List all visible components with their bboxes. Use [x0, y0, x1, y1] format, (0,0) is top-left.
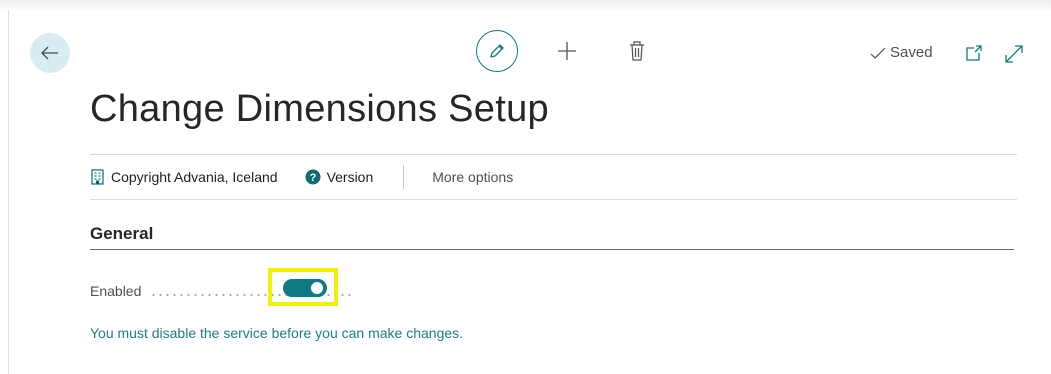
section-title-general[interactable]: General: [90, 224, 153, 244]
back-button[interactable]: [30, 33, 70, 73]
plus-icon: [558, 42, 576, 60]
trash-icon: [630, 41, 644, 61]
expand-icon: [1005, 45, 1023, 63]
arrow-left-icon: [41, 46, 58, 60]
copyright-label: Copyright Advania, Iceland: [111, 169, 278, 185]
delete-button[interactable]: [628, 40, 646, 62]
help-circle-icon: ?: [305, 169, 321, 185]
enabled-toggle[interactable]: [283, 279, 327, 297]
open-new-window-button[interactable]: [965, 44, 983, 62]
page-title: Change Dimensions Setup: [90, 88, 549, 130]
enabled-label: Enabled: [90, 283, 142, 299]
more-options-label: More options: [432, 169, 514, 185]
svg-text:?: ?: [309, 172, 316, 184]
open-in-new-window-icon: [966, 45, 982, 61]
checkmark-icon: [870, 47, 886, 59]
section-divider: [90, 249, 1014, 250]
saved-status: Saved: [870, 44, 933, 61]
more-options-action[interactable]: More options: [432, 169, 513, 185]
saved-label: Saved: [890, 44, 933, 61]
version-label: Version: [326, 169, 374, 185]
action-bar: Copyright Advania, Iceland ? Version Mor…: [90, 154, 1017, 200]
new-button[interactable]: [556, 40, 578, 62]
enabled-field-row: Enabled: [90, 279, 390, 303]
toggle-knob: [311, 282, 323, 294]
version-action[interactable]: ? Version: [305, 169, 374, 185]
edit-button[interactable]: [476, 30, 518, 72]
expand-button[interactable]: [1003, 43, 1025, 65]
disable-notice: You must disable the service before you …: [90, 325, 464, 341]
pencil-icon: [490, 44, 504, 58]
copyright-action[interactable]: Copyright Advania, Iceland: [90, 169, 278, 185]
action-separator: [403, 165, 405, 189]
building-icon: [91, 169, 104, 185]
